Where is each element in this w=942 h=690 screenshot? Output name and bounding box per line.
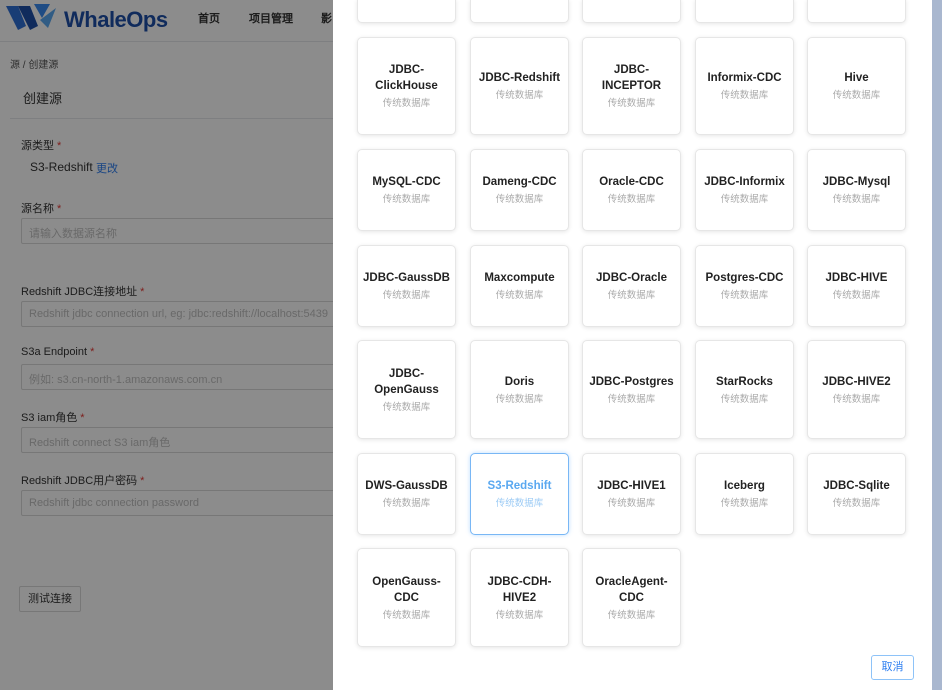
source-card-name: MySQL-CDC bbox=[372, 176, 441, 188]
source-card-category: 传统数据库 bbox=[382, 194, 431, 205]
source-card-category: 传统数据库 bbox=[720, 90, 769, 101]
source-card-dws-gaussdb[interactable]: DWS-GaussDB 传统数据库 bbox=[357, 453, 456, 535]
source-card-name: JDBC-INCEPTOR bbox=[601, 64, 662, 92]
source-card-name: DWS-GaussDB bbox=[365, 480, 448, 492]
source-card-category: 传统数据库 bbox=[607, 498, 656, 509]
source-card-name: JDBC-HIVE1 bbox=[597, 480, 666, 492]
source-card-name: JDBC-Sqlite bbox=[823, 480, 890, 492]
source-card-jdbc-clickhouse[interactable]: JDBC-ClickHouse 传统数据库 bbox=[357, 37, 456, 135]
source-card-jdbc-inceptor[interactable]: JDBC-INCEPTOR 传统数据库 bbox=[582, 37, 681, 135]
source-card-name: JDBC-Redshift bbox=[478, 72, 561, 84]
source-card-jdbc-hive2[interactable]: JDBC-HIVE2 传统数据库 bbox=[807, 340, 906, 439]
source-card-name: JDBC-Oracle bbox=[596, 272, 667, 284]
source-card-oracle-cdc[interactable]: Oracle-CDC 传统数据库 bbox=[582, 149, 681, 231]
source-card-name: Hive bbox=[844, 72, 869, 84]
source-card-category: 传统数据库 bbox=[382, 98, 431, 109]
source-card-jdbc-gaussdb[interactable]: JDBC-GaussDB 传统数据库 bbox=[357, 245, 456, 327]
source-card-s3-redshift[interactable]: S3-Redshift 传统数据库 bbox=[470, 453, 569, 535]
source-card-name: Dameng-CDC bbox=[482, 176, 557, 188]
source-card-mysql-cdc[interactable]: MySQL-CDC 传统数据库 bbox=[357, 149, 456, 231]
source-type-drawer: JDBC-ClickHouse 传统数据库 JDBC-Redshift 传统数据库 JD… bbox=[333, 0, 932, 690]
source-card-name: Iceberg bbox=[724, 480, 765, 492]
source-card-category: 传统数据库 bbox=[495, 609, 544, 621]
source-card-iceberg[interactable]: Iceberg 传统数据库 bbox=[695, 453, 794, 535]
source-card-category: 传统数据库 bbox=[382, 290, 431, 301]
source-card-category: 传统数据库 bbox=[382, 401, 431, 413]
source-card-name: Oracle-CDC bbox=[599, 176, 664, 188]
source-card-name: JDBC-HIVE2 bbox=[822, 375, 891, 388]
source-card-jdbc-opengauss[interactable]: JDBC-OpenGauss 传统数据库 bbox=[357, 340, 456, 439]
source-card-partial[interactable] bbox=[357, 0, 456, 23]
source-card-maxcompute[interactable]: Maxcompute 传统数据库 bbox=[470, 245, 569, 327]
source-card-category: 传统数据库 bbox=[832, 194, 881, 205]
source-card-opengauss-cdc[interactable]: OpenGauss-CDC 传统数据库 bbox=[357, 548, 456, 647]
source-card-category: 传统数据库 bbox=[382, 609, 431, 621]
source-card-category: 传统数据库 bbox=[495, 290, 544, 301]
source-card-jdbc-mysql[interactable]: JDBC-Mysql 传统数据库 bbox=[807, 149, 906, 231]
window-edge bbox=[932, 0, 942, 690]
source-card-category: 传统数据库 bbox=[495, 90, 544, 101]
source-card-category: 传统数据库 bbox=[607, 393, 656, 405]
source-card-name: JDBC-HIVE bbox=[825, 272, 888, 284]
source-card-jdbc-hive[interactable]: JDBC-HIVE 传统数据库 bbox=[807, 245, 906, 327]
source-card-category: 传统数据库 bbox=[607, 194, 656, 205]
source-card-category: 传统数据库 bbox=[832, 393, 881, 405]
source-card-category: 传统数据库 bbox=[720, 393, 769, 405]
source-card-category: 传统数据库 bbox=[607, 609, 656, 621]
source-card-jdbc-redshift[interactable]: JDBC-Redshift 传统数据库 bbox=[470, 37, 569, 135]
source-card-starrocks[interactable]: StarRocks 传统数据库 bbox=[695, 340, 794, 439]
source-card-name: JDBC-CDH-HIVE2 bbox=[487, 575, 552, 604]
source-card-category: 传统数据库 bbox=[495, 194, 544, 205]
source-card-jdbc-sqlite[interactable]: JDBC-Sqlite 传统数据库 bbox=[807, 453, 906, 535]
source-card-category: 传统数据库 bbox=[495, 393, 544, 405]
source-card-category: 传统数据库 bbox=[607, 290, 656, 301]
source-card-jdbc-oracle[interactable]: JDBC-Oracle 传统数据库 bbox=[582, 245, 681, 327]
source-card-jdbc-informix[interactable]: JDBC-Informix 传统数据库 bbox=[695, 149, 794, 231]
source-card-category: 传统数据库 bbox=[720, 290, 769, 301]
source-card-name: JDBC-GaussDB bbox=[363, 272, 450, 284]
source-card-name: StarRocks bbox=[716, 375, 773, 388]
source-card-category: 传统数据库 bbox=[495, 498, 544, 509]
source-card-name: Doris bbox=[504, 375, 535, 388]
source-card-name: JDBC-Postgres bbox=[589, 375, 674, 388]
source-card-name: OpenGauss-CDC bbox=[372, 575, 441, 604]
source-card-partial[interactable] bbox=[807, 0, 906, 23]
source-card-category: 传统数据库 bbox=[720, 498, 769, 509]
source-card-name: Informix-CDC bbox=[707, 72, 782, 84]
source-card-partial[interactable] bbox=[695, 0, 794, 23]
source-card-category: 传统数据库 bbox=[832, 498, 881, 509]
source-card-postgres-cdc[interactable]: Postgres-CDC 传统数据库 bbox=[695, 245, 794, 327]
source-card-name: JDBC-ClickHouse bbox=[375, 64, 438, 92]
source-card-dameng-cdc[interactable]: Dameng-CDC 传统数据库 bbox=[470, 149, 569, 231]
source-card-doris[interactable]: Doris 传统数据库 bbox=[470, 340, 569, 439]
source-card-jdbc-hive1[interactable]: JDBC-HIVE1 传统数据库 bbox=[582, 453, 681, 535]
source-card-oracleagent-cdc[interactable]: OracleAgent-CDC 传统数据库 bbox=[582, 548, 681, 647]
source-card-category: 传统数据库 bbox=[832, 290, 881, 301]
source-card-name: S3-Redshift bbox=[487, 480, 552, 492]
source-card-hive[interactable]: Hive 传统数据库 bbox=[807, 37, 906, 135]
source-card-partial[interactable] bbox=[582, 0, 681, 23]
source-card-partial[interactable] bbox=[470, 0, 569, 23]
source-card-jdbc-cdh-hive2[interactable]: JDBC-CDH-HIVE2 传统数据库 bbox=[470, 548, 569, 647]
source-card-name: JDBC-OpenGauss bbox=[374, 367, 439, 396]
source-card-category: 传统数据库 bbox=[720, 194, 769, 205]
source-card-name: Maxcompute bbox=[484, 272, 555, 284]
cancel-button[interactable]: 取消 bbox=[871, 655, 914, 680]
source-card-name: JDBC-Mysql bbox=[822, 176, 891, 188]
source-card-category: 传统数据库 bbox=[832, 90, 881, 101]
source-card-name: OracleAgent-CDC bbox=[595, 575, 668, 604]
source-card-category: 传统数据库 bbox=[382, 498, 431, 509]
source-card-informix-cdc[interactable]: Informix-CDC 传统数据库 bbox=[695, 37, 794, 135]
source-card-name: Postgres-CDC bbox=[705, 272, 784, 284]
source-card-jdbc-postgres[interactable]: JDBC-Postgres 传统数据库 bbox=[582, 340, 681, 439]
source-card-name: JDBC-Informix bbox=[704, 176, 785, 188]
source-card-category: 传统数据库 bbox=[607, 98, 656, 109]
